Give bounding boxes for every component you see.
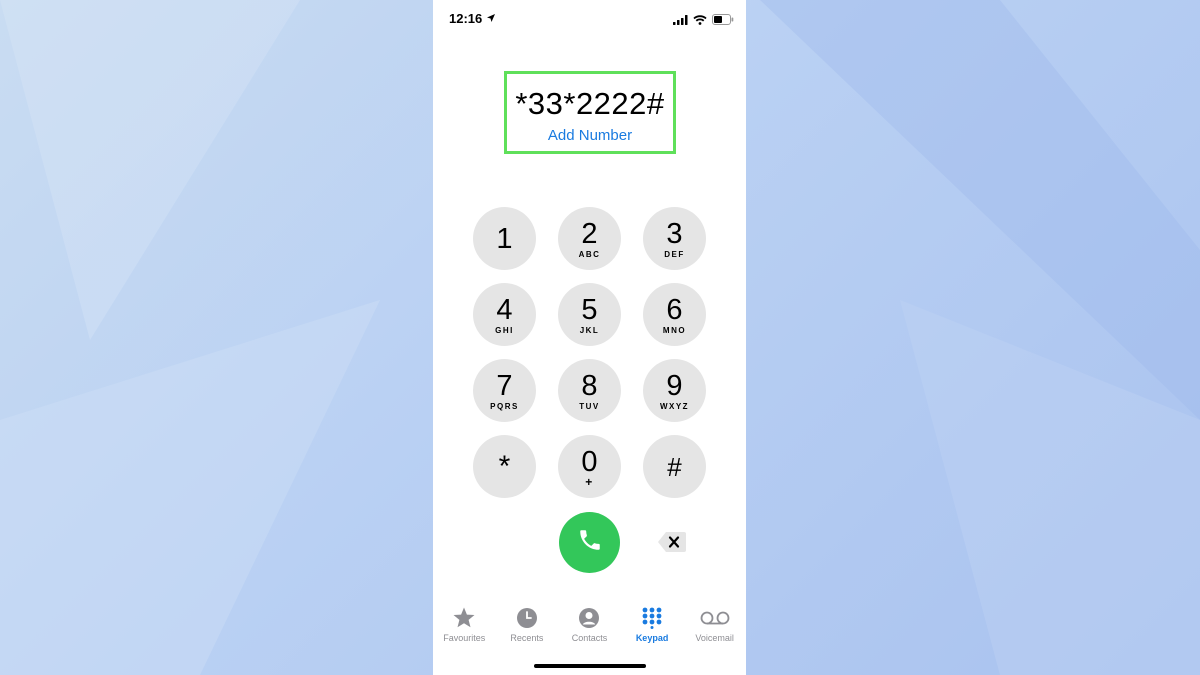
call-button[interactable] <box>559 512 620 573</box>
key-letters: JKL <box>579 325 600 335</box>
key-6[interactable]: 6 MNO <box>643 283 706 346</box>
key-digit: 2 <box>581 217 598 250</box>
key-digit: 0 <box>581 445 598 478</box>
delete-button[interactable] <box>657 531 687 553</box>
key-digit: 3 <box>666 217 683 250</box>
key-digit: 5 <box>581 293 598 326</box>
key-digit: 4 <box>496 293 513 326</box>
status-time: 12:16 <box>449 11 483 26</box>
key-4[interactable]: 4 GHI <box>473 283 536 346</box>
key-digit: 1 <box>496 222 513 255</box>
keypad-icon <box>641 604 663 632</box>
tab-recents[interactable]: Recents <box>496 604 558 654</box>
key-digit: * <box>498 449 511 483</box>
key-8[interactable]: 8 TUV <box>558 359 621 422</box>
key-letters: PQRS <box>490 401 519 411</box>
delete-backspace-icon <box>657 532 687 557</box>
key-9[interactable]: 9 WXYZ <box>643 359 706 422</box>
key-5[interactable]: 5 JKL <box>558 283 621 346</box>
key-letters: + <box>585 474 594 489</box>
key-digit: 9 <box>666 369 683 402</box>
battery-icon <box>712 12 734 30</box>
key-letters: TUV <box>579 401 600 411</box>
person-icon <box>578 604 600 632</box>
clock-icon <box>516 604 538 632</box>
tab-contacts[interactable]: Contacts <box>558 604 620 654</box>
star-icon <box>452 604 476 632</box>
phone-icon <box>577 527 603 558</box>
cellular-signal-icon <box>673 12 688 30</box>
wifi-icon <box>693 12 707 30</box>
key-digit: # <box>667 451 682 482</box>
key-0[interactable]: 0 + <box>558 435 621 498</box>
key-1[interactable]: 1 <box>473 207 536 270</box>
tab-bar: Favourites Recents Contacts Keypad Voice… <box>433 604 746 654</box>
key-digit: 7 <box>496 369 513 402</box>
key-digit: 6 <box>666 293 683 326</box>
key-letters: DEF <box>664 249 685 259</box>
key-2[interactable]: 2 ABC <box>558 207 621 270</box>
dialed-number: *33*2222# <box>515 86 665 121</box>
add-number-link[interactable]: Add Number <box>507 127 673 144</box>
key-7[interactable]: 7 PQRS <box>473 359 536 422</box>
tab-label: Contacts <box>571 633 608 643</box>
status-bar: 12:16 <box>433 0 746 36</box>
tab-voicemail[interactable]: Voicemail <box>684 604 746 654</box>
tab-favourites[interactable]: Favourites <box>433 604 495 654</box>
voicemail-icon <box>700 604 730 632</box>
key-digit: 8 <box>581 369 598 402</box>
key-star[interactable]: * <box>473 435 536 498</box>
key-3[interactable]: 3 DEF <box>643 207 706 270</box>
key-letters: ABC <box>578 249 601 259</box>
tab-label: Keypad <box>635 633 669 643</box>
key-letters: WXYZ <box>659 401 690 411</box>
tab-label: Voicemail <box>695 633 734 643</box>
tab-label: Recents <box>510 633 544 643</box>
key-hash[interactable]: # <box>643 435 706 498</box>
status-time-group: 12:16 <box>449 11 496 26</box>
phone-screen: 12:16 *33*2222# Add Number 1 2 ABC 3 DEF… <box>433 0 746 675</box>
key-letters: MNO <box>662 325 687 335</box>
location-arrow-icon <box>486 11 496 26</box>
tab-label: Favourites <box>443 633 486 643</box>
key-letters: GHI <box>495 325 514 335</box>
tab-keypad[interactable]: Keypad <box>621 604 683 654</box>
home-indicator <box>534 664 646 668</box>
dialed-number-highlight: *33*2222# Add Number <box>504 71 676 154</box>
status-icons <box>673 12 734 30</box>
